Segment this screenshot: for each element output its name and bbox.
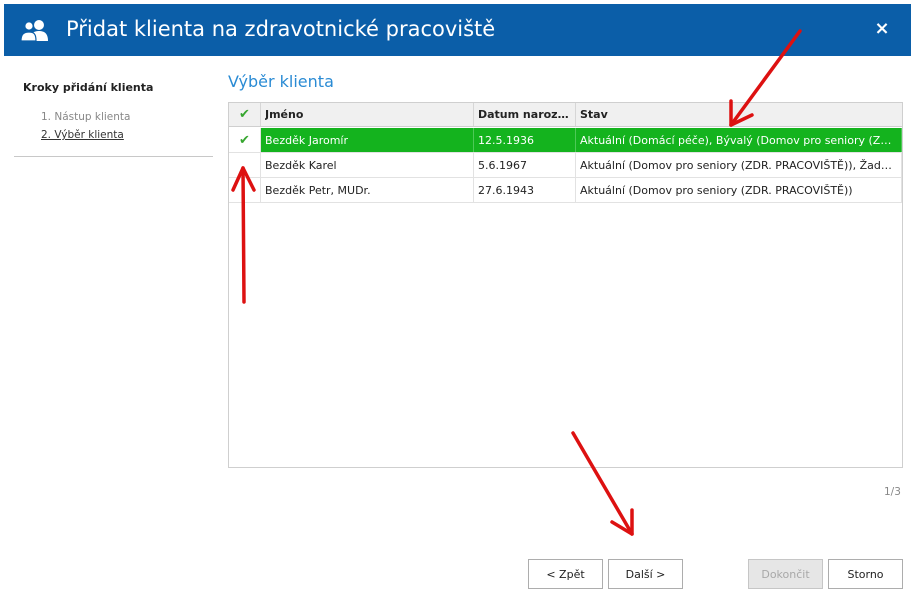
client-status: Aktuální (Domov pro seniory (ZDR. PRACOV…	[576, 153, 902, 177]
row-check-cell[interactable]	[229, 178, 261, 202]
column-header-check[interactable]: ✔	[229, 103, 261, 126]
client-status: Aktuální (Domácí péče), Bývalý (Domov pr…	[576, 128, 902, 152]
table-row[interactable]: ✔ Bezděk Jaromír 12.5.1936 Aktuální (Dom…	[229, 128, 902, 153]
client-status: Aktuální (Domov pro seniory (ZDR. PRACOV…	[576, 178, 902, 202]
finish-button: Dokončit	[748, 559, 823, 589]
close-icon[interactable]: ×	[871, 18, 893, 40]
dialog-title: Přidat klienta na zdravotnické pracovišt…	[66, 17, 496, 41]
client-table: ✔ Jméno Datum narození Stav ✔ Bezděk Jar…	[228, 102, 903, 468]
client-birth-date: 5.6.1967	[474, 153, 576, 177]
column-header-birth-date[interactable]: Datum narození	[474, 103, 576, 126]
next-button[interactable]: Další >	[608, 559, 683, 589]
back-button[interactable]: < Zpět	[528, 559, 603, 589]
row-check-cell[interactable]: ✔	[229, 128, 261, 152]
steps-sidebar: Kroky přidání klienta 1. Nástup klienta …	[14, 76, 213, 157]
column-header-name[interactable]: Jméno	[261, 103, 474, 126]
section-title: Výběr klienta	[228, 72, 334, 91]
table-row[interactable]: Bezděk Petr, MUDr. 27.6.1943 Aktuální (D…	[229, 178, 902, 203]
page-indicator: 1/3	[884, 486, 901, 498]
check-icon: ✔	[239, 107, 250, 122]
dialog-titlebar: Přidat klienta na zdravotnické pracovišt…	[4, 4, 911, 56]
client-birth-date: 12.5.1936	[474, 128, 576, 152]
cancel-button[interactable]: Storno	[828, 559, 903, 589]
steps-heading: Kroky přidání klienta	[23, 81, 154, 94]
table-header: ✔ Jméno Datum narození Stav	[229, 103, 902, 127]
client-name: Bezděk Petr, MUDr.	[261, 178, 474, 202]
column-header-status[interactable]: Stav	[576, 103, 902, 126]
table-row[interactable]: Bezděk Karel 5.6.1967 Aktuální (Domov pr…	[229, 153, 902, 178]
step-arrival: 1. Nástup klienta	[41, 111, 131, 123]
sidebar-divider	[14, 156, 213, 157]
users-icon	[20, 20, 48, 42]
client-name: Bezděk Jaromír	[261, 128, 474, 152]
row-check-cell[interactable]	[229, 153, 261, 177]
annotation-arrow-next-head	[610, 508, 634, 536]
step-client-selection[interactable]: 2. Výběr klienta	[41, 126, 213, 144]
client-birth-date: 27.6.1943	[474, 178, 576, 202]
client-name: Bezděk Karel	[261, 153, 474, 177]
check-icon: ✔	[239, 132, 250, 148]
